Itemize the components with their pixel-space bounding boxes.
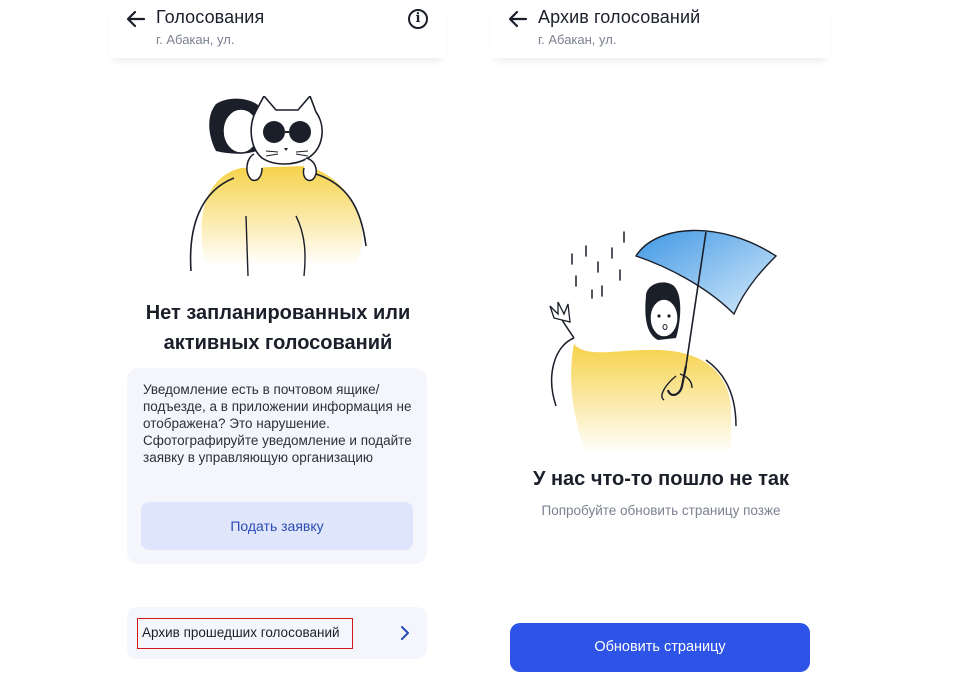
error-subtitle: Попробуйте обновить страницу позже [541,503,781,518]
archive-link-row[interactable]: Архив прошедших голосований [127,607,427,659]
back-arrow-icon[interactable] [506,8,530,30]
error-title: У нас что-то пошло не так [532,468,790,490]
chevron-right-icon [401,626,409,640]
page-title: Архив голосований [538,7,701,27]
notice-card: Уведомление есть в почтовом ящике/ подъе… [127,368,427,564]
votings-screen: Голосования г. Абакан, ул. i Нет заплани… [110,0,446,690]
girl-with-cat-mask-illustration [189,96,367,276]
girl-with-umbrella-illustration [549,229,778,454]
notice-text: Уведомление есть в почтовом ящике/ подъе… [143,382,412,465]
info-icon[interactable]: i [408,9,428,29]
empty-state-title: Нет запланированных или активных голосов… [145,302,411,354]
header: Голосования г. Абакан, ул. i [110,0,446,58]
refresh-page-button[interactable]: Обновить страницу [510,623,810,672]
archive-screen: Архив голосований г. Абакан, ул. У нас ч… [492,0,830,690]
submit-request-button[interactable]: Подать заявку [141,502,413,550]
page-title: Голосования [156,7,265,27]
address: г. Абакан, ул. [156,32,235,47]
archive-link-label[interactable]: Архив прошедших голосований [137,618,353,649]
header: Архив голосований г. Абакан, ул. [492,0,830,58]
address: г. Абакан, ул. [538,32,617,47]
back-arrow-icon[interactable] [124,8,148,30]
